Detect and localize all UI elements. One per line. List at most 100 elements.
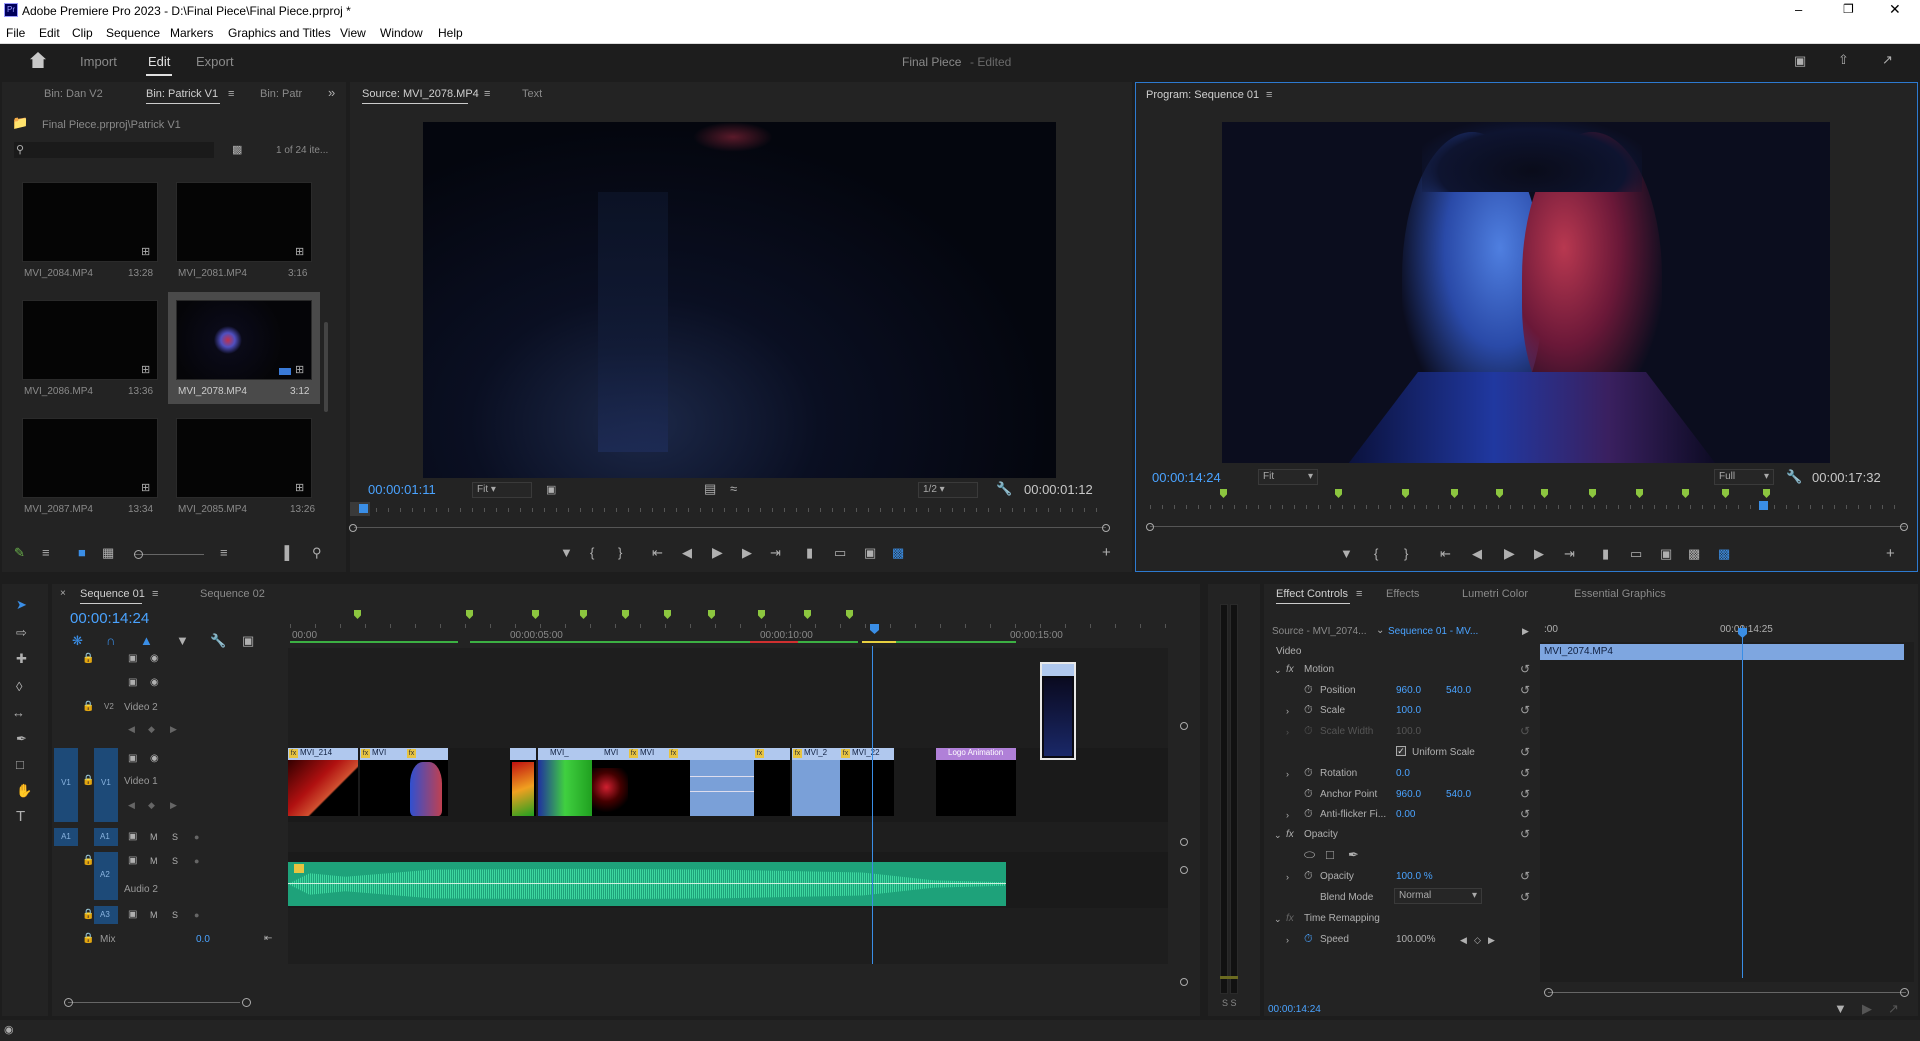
panel-menu-icon[interactable]: ≡ xyxy=(484,87,490,101)
ec-playhead-line[interactable] xyxy=(1742,626,1743,978)
sequence-marker[interactable] xyxy=(1722,489,1729,498)
drag-audio-icon[interactable]: ≈ xyxy=(730,482,737,496)
track-header-a1[interactable]: A1 A1 ▣ M S ● xyxy=(52,828,238,848)
timeline-clip[interactable] xyxy=(406,748,448,816)
vertical-zoom-bottom[interactable] xyxy=(1180,838,1188,846)
zoom-bar[interactable] xyxy=(1146,523,1910,531)
tab-text[interactable]: Text xyxy=(522,88,542,100)
icon-view-icon[interactable]: ■ xyxy=(78,546,86,560)
expand-icon[interactable]: ⌄ xyxy=(1274,912,1282,926)
add-keyframe-icon[interactable]: ◇ xyxy=(1474,933,1481,947)
timeline-playhead-head[interactable] xyxy=(870,624,879,634)
solo-icon[interactable]: S xyxy=(172,854,178,868)
step-forward-icon[interactable]: ▶ xyxy=(742,546,752,560)
mute-icon[interactable]: M xyxy=(150,854,158,868)
program-resolution-select[interactable]: Full ▾ xyxy=(1714,469,1774,485)
timeline-ruler[interactable]: 00:00 00:00:05:00 00:00:10:00 00:00:15:0… xyxy=(290,606,1190,644)
ec-position-y[interactable]: 540.0 xyxy=(1446,685,1471,696)
sync-lock-icon[interactable]: ▣ xyxy=(128,752,137,766)
timeline-clip[interactable] xyxy=(754,748,790,816)
expand-icon[interactable]: › xyxy=(1286,808,1289,822)
add-button-icon[interactable]: + xyxy=(1102,545,1111,560)
tab-import[interactable]: Import xyxy=(80,54,117,69)
zoom-handle-right[interactable] xyxy=(1900,523,1908,531)
timeline-clip[interactable]: MVI_214 xyxy=(288,748,358,816)
ec-antiflicker-value[interactable]: 0.00 xyxy=(1396,809,1415,820)
eye-icon[interactable]: ◉ xyxy=(150,676,159,690)
ec-speed-value[interactable]: 100.00% xyxy=(1396,934,1435,945)
panel-menu-icon[interactable]: ≡ xyxy=(1356,587,1362,601)
mic-icon[interactable]: ● xyxy=(194,830,199,844)
mute-icon[interactable]: M xyxy=(150,908,158,922)
stopwatch-icon[interactable]: ⏱ xyxy=(1304,807,1313,821)
sequence-marker[interactable] xyxy=(664,610,671,619)
clip-thumbnail[interactable]: ⊞ xyxy=(176,418,312,498)
linked-selection-icon[interactable]: ▲ xyxy=(140,634,153,648)
vertical-zoom-bottom[interactable] xyxy=(1180,978,1188,986)
timeline-clip[interactable]: MVI xyxy=(360,748,406,816)
reset-icon[interactable]: ↺ xyxy=(1520,766,1530,780)
camera-icon[interactable]: ▣ xyxy=(864,546,876,560)
hand-tool-icon[interactable]: ✋ xyxy=(16,784,32,798)
timeline-clip[interactable]: MVI xyxy=(628,748,668,816)
zoom-handle-left[interactable] xyxy=(64,998,73,1007)
lock-icon[interactable]: 🔒 xyxy=(82,908,94,922)
stopwatch-icon[interactable]: ⏱ xyxy=(1304,869,1313,883)
nest-icon[interactable]: ❋ xyxy=(72,634,83,648)
maximize-button[interactable]: ❐ xyxy=(1843,2,1854,16)
insert-icon[interactable]: ▮ xyxy=(806,546,813,560)
source-fit-select[interactable]: Fit ▾ xyxy=(472,482,532,498)
go-to-out-icon[interactable]: ⇥ xyxy=(770,546,781,560)
close-window-button[interactable]: ✕ xyxy=(1889,1,1901,18)
sequence-clip-select[interactable]: Sequence 01 - MV... xyxy=(1388,626,1478,637)
blend-mode-select[interactable]: Normal ▾ xyxy=(1394,888,1482,904)
reset-icon[interactable]: ↺ xyxy=(1520,890,1530,904)
clip-thumbnail-selected[interactable]: ⊞ xyxy=(176,300,312,380)
sequence-marker[interactable] xyxy=(1589,489,1596,498)
sequence-marker[interactable] xyxy=(1541,489,1548,498)
zoom-handle-left[interactable] xyxy=(349,524,357,532)
pen-mask-icon[interactable]: ✒ xyxy=(1348,848,1359,862)
lock-icon[interactable]: 🔒 xyxy=(82,700,94,714)
solo-buttons[interactable]: S S xyxy=(1222,998,1237,1008)
play-icon[interactable]: ▶ xyxy=(1504,546,1515,560)
track-area[interactable]: MVI_214 MVI MVI_ MVI MVI MVI_2 MVI_22 Lo… xyxy=(288,646,1168,964)
ellipse-mask-icon[interactable]: ⬭ xyxy=(1304,848,1315,862)
ec-motion[interactable]: Motion xyxy=(1304,664,1334,675)
add-button-icon[interactable]: + xyxy=(1886,546,1895,561)
reset-icon[interactable]: ↺ xyxy=(1520,787,1530,801)
go-to-in-icon[interactable]: ⇤ xyxy=(652,546,663,560)
ec-position-x[interactable]: 960.0 xyxy=(1396,685,1421,696)
find-icon[interactable]: ⚲ xyxy=(312,546,322,560)
expand-icon[interactable]: › xyxy=(1286,870,1289,884)
ec-keyframe-area[interactable]: MVI_2074.MP4 xyxy=(1540,626,1914,982)
wrench-icon[interactable]: 🔧 xyxy=(1786,470,1802,484)
sequence-marker[interactable] xyxy=(532,610,539,619)
automate-sequence-icon[interactable]: ▐ xyxy=(280,546,289,560)
program-scrub-bar[interactable] xyxy=(1136,487,1916,515)
expand-icon[interactable]: › xyxy=(1286,704,1289,718)
ec-time-remap[interactable]: Time Remapping xyxy=(1304,913,1380,924)
v2-selected-clip[interactable] xyxy=(1040,662,1076,760)
stopwatch-icon[interactable]: ⏱ xyxy=(1304,703,1313,717)
source-timecode[interactable]: 00:00:01:11 xyxy=(368,482,436,497)
eye-icon[interactable]: ◉ xyxy=(150,752,159,766)
zoom-handle-left[interactable] xyxy=(1544,988,1553,997)
source-patch-a1[interactable]: A1 xyxy=(54,828,78,846)
zoom-slider[interactable] xyxy=(134,554,204,555)
program-playhead[interactable] xyxy=(1759,501,1768,510)
tab-sequence-02[interactable]: Sequence 02 xyxy=(200,588,265,600)
ripple-edit-tool-icon[interactable]: ✚ xyxy=(16,652,27,666)
panel-menu-icon[interactable]: ≡ xyxy=(1266,88,1272,102)
uniform-scale-checkbox[interactable]: ✓ xyxy=(1396,746,1406,756)
ec-opacity-value[interactable]: 100.0 % xyxy=(1396,871,1433,882)
sequence-marker[interactable] xyxy=(1682,489,1689,498)
source-patch-v1[interactable]: V1 xyxy=(54,748,78,822)
mark-out-icon[interactable]: } xyxy=(618,546,622,560)
go-to-in-icon[interactable]: ⇤ xyxy=(1440,547,1451,561)
timeline-settings-icon[interactable]: 🔧 xyxy=(210,634,226,648)
sync-lock-icon[interactable]: ▣ xyxy=(128,908,137,922)
ec-opacity-header[interactable]: Opacity xyxy=(1304,829,1338,840)
sync-lock-icon[interactable]: ▣ xyxy=(128,676,137,690)
next-keyframe-icon[interactable]: ▶ xyxy=(170,798,177,812)
